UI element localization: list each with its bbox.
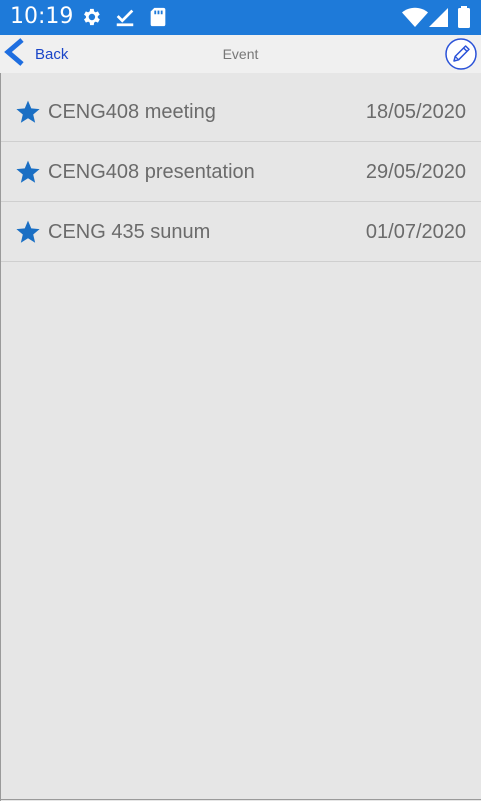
edit-button[interactable] <box>445 38 477 70</box>
pencil-icon <box>445 38 477 70</box>
list-item[interactable]: CENG 435 sunum 01/07/2020 <box>0 202 481 262</box>
star-icon <box>15 219 41 245</box>
star-icon <box>15 99 41 125</box>
star-icon <box>15 159 41 185</box>
event-name: CENG 435 sunum <box>48 221 211 243</box>
list-item[interactable]: CENG408 meeting 18/05/2020 <box>0 82 481 142</box>
bottom-border <box>0 799 481 800</box>
checkmark-download-icon <box>114 6 136 28</box>
event-list: CENG408 meeting 18/05/2020 CENG408 prese… <box>0 82 481 262</box>
chevron-left-icon <box>0 37 28 71</box>
wifi-icon <box>402 6 428 28</box>
event-name: CENG408 presentation <box>48 161 255 183</box>
list-item[interactable]: CENG408 presentation 29/05/2020 <box>0 142 481 202</box>
navigation-bar: Back Event <box>0 35 481 73</box>
event-name: CENG408 meeting <box>48 101 216 123</box>
sd-card-icon <box>147 6 169 28</box>
signal-icon <box>428 6 450 28</box>
status-time: 10:19 <box>10 4 74 29</box>
status-bar: 10:19 <box>0 0 481 35</box>
battery-icon <box>456 6 472 28</box>
event-date: 18/05/2020 <box>365 101 466 123</box>
settings-icon <box>80 6 102 28</box>
back-label: Back <box>35 45 69 63</box>
event-date: 29/05/2020 <box>365 161 466 183</box>
event-date: 01/07/2020 <box>365 221 466 243</box>
left-border <box>0 73 1 801</box>
back-button[interactable]: Back <box>0 35 90 73</box>
